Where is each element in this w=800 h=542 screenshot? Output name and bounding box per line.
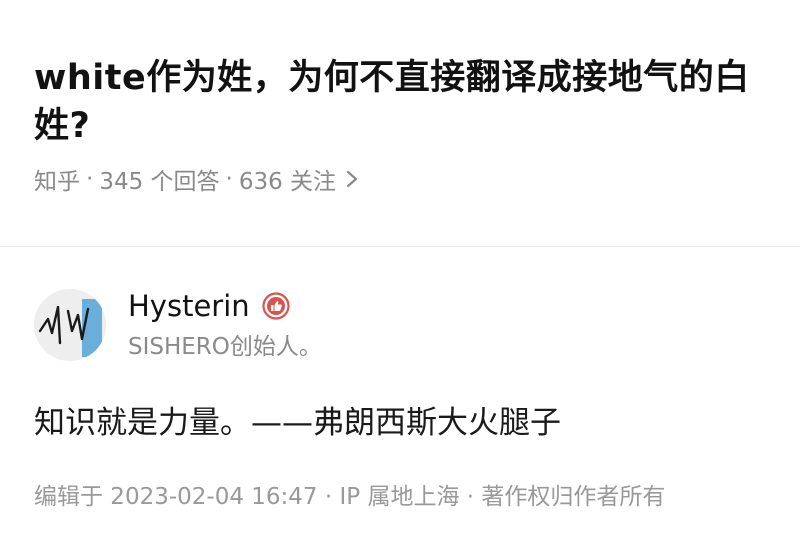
author-bio: SISHERO创始人。 bbox=[128, 334, 322, 360]
author-name[interactable]: Hysterin bbox=[128, 289, 250, 323]
thumbs-up-badge-icon bbox=[262, 292, 290, 320]
answer-count: 345 个回答 bbox=[99, 169, 220, 195]
question-meta[interactable]: 知乎 · 345 个回答 · 636 关注 bbox=[34, 162, 766, 196]
avatar[interactable] bbox=[34, 289, 106, 361]
source-label: 知乎 bbox=[34, 169, 80, 195]
author-info: Hysterin SISHERO创始人。 bbox=[128, 289, 322, 361]
chevron-right-icon[interactable] bbox=[344, 169, 360, 189]
question-header: white作为姓，为何不直接翻译成接地气的白姓? 知乎 · 345 个回答 · … bbox=[0, 0, 800, 196]
question-title[interactable]: white作为姓，为何不直接翻译成接地气的白姓? bbox=[34, 54, 766, 150]
author-row: Hysterin SISHERO创始人。 bbox=[34, 289, 766, 361]
follower-count: 636 关注 bbox=[238, 169, 337, 195]
answer-footer: 编辑于 2023-02-04 16:47 · IP 属地上海 · 著作权归作者所… bbox=[34, 484, 666, 510]
answer-content[interactable]: 知识就是力量。——弗朗西斯大火腿子 bbox=[34, 401, 766, 445]
meta-separator: · bbox=[225, 166, 233, 192]
zhihu-answer-page: white作为姓，为何不直接翻译成接地气的白姓? 知乎 · 345 个回答 · … bbox=[0, 0, 800, 542]
author-name-row: Hysterin bbox=[128, 289, 322, 323]
answer-card: Hysterin SISHERO创始人。 知识就是力量。——弗朗西斯大火腿子 编… bbox=[0, 247, 800, 511]
meta-separator: · bbox=[86, 166, 94, 192]
avatar-image bbox=[34, 289, 106, 361]
